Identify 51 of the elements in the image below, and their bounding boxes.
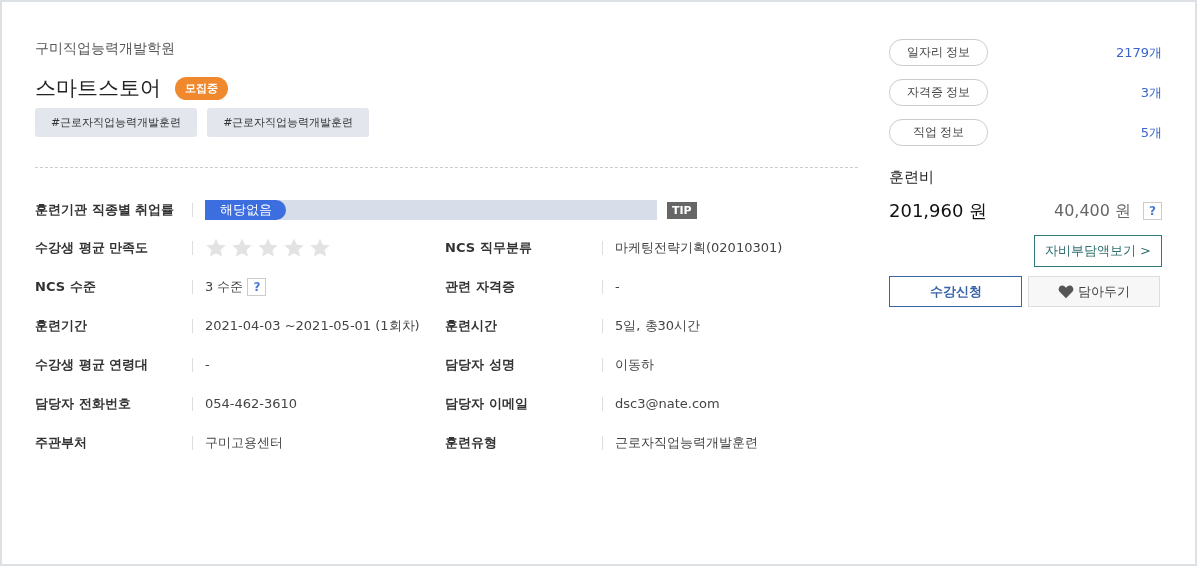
field-value: 2021-04-03 ~2021-05-01 (1회차) — [205, 316, 420, 335]
star-icon — [283, 236, 305, 259]
field-label: 주관부처 — [35, 433, 88, 452]
field-label: 수강생 평균 만족도 — [35, 238, 150, 257]
info-pill-button[interactable]: 직업 정보 — [889, 119, 988, 146]
star-icon — [231, 236, 253, 259]
field-value: 근로자직업능력개발훈련 — [615, 433, 758, 452]
field-value: dsc3@nate.com — [615, 396, 720, 411]
field-value: 이동하 — [615, 355, 654, 374]
field-label: 담당자 성명 — [445, 355, 516, 374]
rate-fill: 해당없음 — [205, 200, 287, 220]
field-value: - — [205, 357, 210, 372]
field-value: 5일, 총30시간 — [615, 316, 701, 335]
field-value: - — [615, 279, 620, 294]
self-pay-amount: 40,400 원 — [1053, 200, 1132, 222]
apply-button[interactable]: 수강신청 — [889, 276, 1022, 307]
field-label: NCS 직무분류 — [445, 238, 533, 257]
hashtag[interactable]: #근로자직업능력개발훈련 — [207, 108, 370, 137]
help-button[interactable]: ? — [247, 277, 267, 296]
star-icon — [257, 236, 279, 259]
info-count-link[interactable]: 3개 — [1140, 83, 1162, 102]
field-value: 3 수준 — [205, 277, 244, 296]
star-icon — [205, 236, 227, 259]
field-label: 훈련기간 — [35, 316, 88, 335]
field-value: 마케팅전략기획(02010301) — [615, 238, 783, 257]
hashtag[interactable]: #근로자직업능력개발훈련 — [35, 108, 198, 137]
info-pill-button[interactable]: 일자리 정보 — [889, 39, 988, 66]
field-label: 관련 자격증 — [445, 277, 516, 296]
status-badge: 모집중 — [175, 76, 228, 100]
heart-icon — [1058, 284, 1074, 299]
info-pill-button[interactable]: 자격증 정보 — [889, 79, 988, 106]
tip-button[interactable]: TIP — [667, 201, 697, 219]
field-label: 담당자 전화번호 — [35, 394, 132, 413]
field-value: 054-462-3610 — [205, 396, 298, 411]
self-pay-button[interactable]: 자비부담액보기 > — [1033, 235, 1162, 267]
course-title: 스마트스토어 — [35, 75, 161, 102]
help-button[interactable]: ? — [1143, 202, 1162, 220]
field-label: 수강생 평균 연령대 — [35, 355, 150, 374]
field-label: 담당자 이메일 — [445, 394, 529, 413]
info-count-link[interactable]: 5개 — [1140, 123, 1162, 142]
field-label: 훈련유형 — [445, 433, 498, 452]
info-count-link[interactable]: 2179개 — [1115, 43, 1162, 62]
field-label: 훈련시간 — [445, 316, 498, 335]
institution-name: 구미직업능력개발학원 — [35, 40, 176, 58]
field-value: 구미고용센터 — [205, 433, 283, 452]
fee-amount: 201,960 원 — [889, 199, 988, 223]
save-button[interactable]: 담아두기 — [1028, 276, 1160, 307]
star-icon — [309, 236, 331, 259]
field-label: 훈련기관 직종별 취업률 — [35, 201, 176, 219]
field-label: NCS 수준 — [35, 277, 97, 296]
fee-label: 훈련비 — [889, 168, 935, 187]
